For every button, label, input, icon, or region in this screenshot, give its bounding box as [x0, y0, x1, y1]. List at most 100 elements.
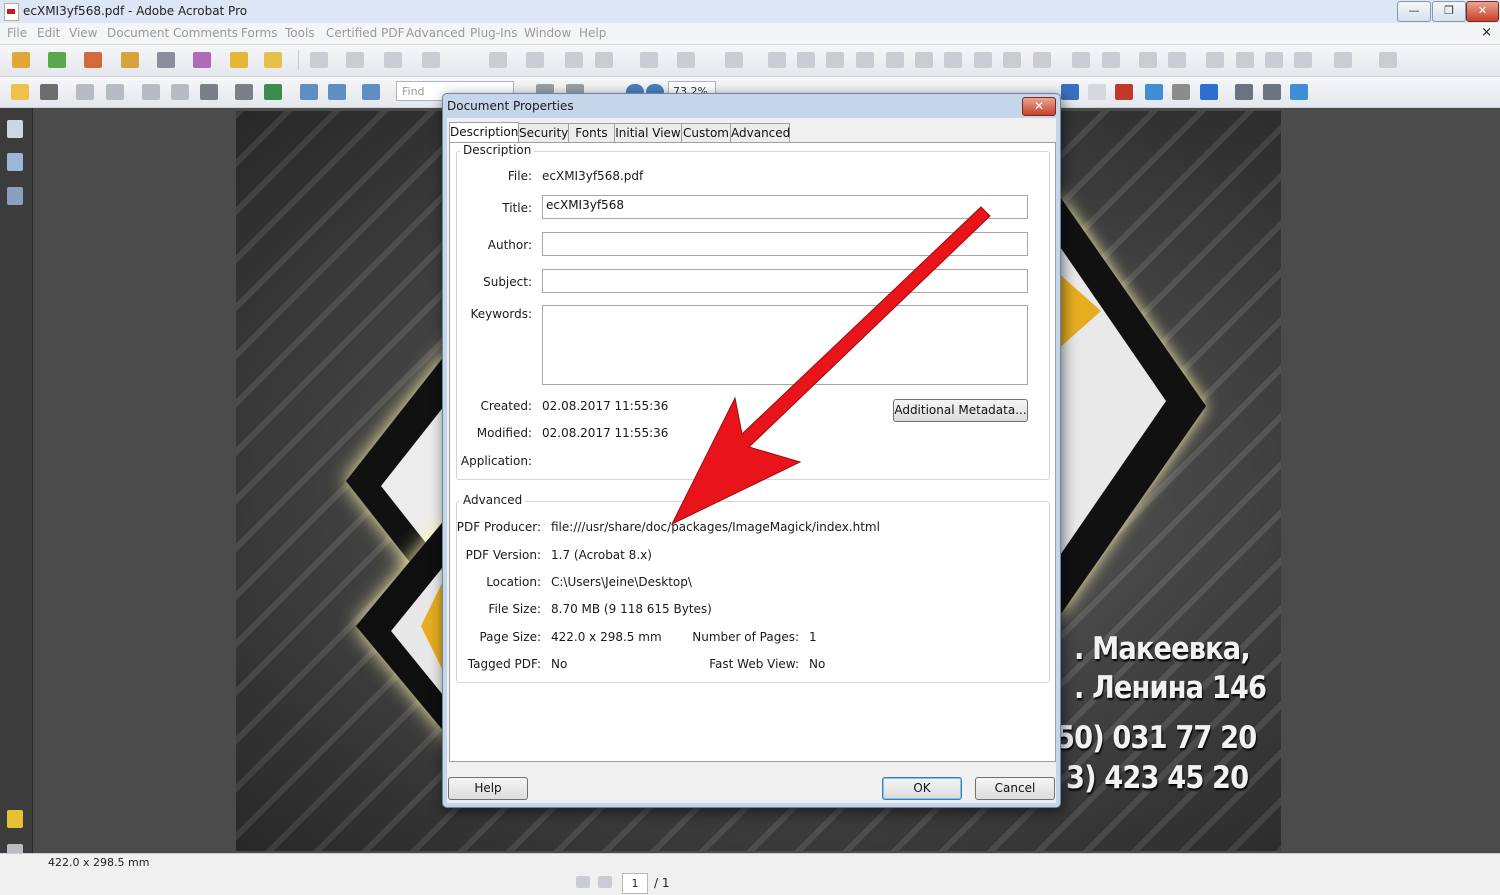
- save-copy-icon[interactable]: [171, 84, 189, 100]
- sign-pen-icon[interactable]: [157, 52, 175, 68]
- two-page-icon[interactable]: [362, 84, 380, 100]
- tab-description[interactable]: Description: [449, 122, 519, 143]
- comment-bubble-icon[interactable]: [1206, 52, 1224, 68]
- menu-file[interactable]: File: [7, 26, 27, 40]
- link-icon[interactable]: [1235, 84, 1253, 100]
- menu-edit[interactable]: Edit: [37, 26, 60, 40]
- globe-icon[interactable]: [264, 84, 282, 100]
- printer-icon[interactable]: [200, 84, 218, 100]
- mail-icon[interactable]: [1236, 52, 1254, 68]
- qr-icon[interactable]: [1200, 84, 1218, 100]
- layers-icon[interactable]: [1265, 52, 1283, 68]
- select-tool-icon[interactable]: [310, 52, 328, 68]
- output-preview-icon[interactable]: [974, 52, 992, 68]
- menu-plug-ins[interactable]: Plug-Ins: [470, 26, 518, 40]
- tab-advanced[interactable]: Advanced: [730, 123, 790, 143]
- menu-view[interactable]: View: [69, 26, 97, 40]
- page-icon[interactable]: [1263, 84, 1281, 100]
- menu-advanced[interactable]: Advanced: [406, 26, 465, 40]
- tab-fonts[interactable]: Fonts: [568, 123, 615, 143]
- cancel-button[interactable]: Cancel: [975, 777, 1055, 800]
- close-document-button[interactable]: ×: [1481, 25, 1492, 40]
- attach-icon[interactable]: [106, 84, 124, 100]
- multimedia-icon[interactable]: [230, 52, 248, 68]
- ok-button[interactable]: OK: [882, 777, 962, 800]
- minimize-button[interactable]: —: [1397, 1, 1431, 22]
- grid-icon[interactable]: [1102, 52, 1120, 68]
- keywords-textarea[interactable]: [542, 305, 1028, 385]
- bookmarks-icon[interactable]: [7, 153, 23, 171]
- open-folder-icon[interactable]: [11, 84, 29, 100]
- preflight-icon[interactable]: [826, 52, 844, 68]
- current-page-input[interactable]: 1: [622, 873, 648, 894]
- zoom-tool-icon[interactable]: [1072, 52, 1090, 68]
- next-page-icon[interactable]: [598, 876, 612, 888]
- menu-window[interactable]: Window: [524, 26, 571, 40]
- secure-lock-icon[interactable]: [121, 52, 139, 68]
- menu-help[interactable]: Help: [579, 26, 606, 40]
- signatures-icon[interactable]: [7, 187, 23, 205]
- menu-certified-pdf[interactable]: Certified PDF: [326, 26, 405, 40]
- camera-icon[interactable]: [1003, 52, 1021, 68]
- layout-icon[interactable]: [915, 52, 933, 68]
- magnet-icon[interactable]: [1115, 84, 1133, 100]
- paperclip-icon[interactable]: [1172, 84, 1190, 100]
- form-field-icon[interactable]: [595, 52, 613, 68]
- print-production-icon[interactable]: [944, 52, 962, 68]
- crop-box-icon[interactable]: [1145, 84, 1163, 100]
- print-icon[interactable]: [40, 84, 58, 100]
- previous-page-icon[interactable]: [576, 876, 590, 888]
- grid-lines-icon[interactable]: [1168, 52, 1186, 68]
- export-icon[interactable]: [84, 52, 102, 68]
- save-icon[interactable]: [142, 84, 160, 100]
- dialog-close-button[interactable]: ✕: [1022, 97, 1056, 116]
- measure-icon[interactable]: [526, 52, 544, 68]
- add-text-icon[interactable]: [1033, 52, 1051, 68]
- menu-forms[interactable]: Forms: [241, 26, 277, 40]
- tab-custom[interactable]: Custom: [681, 123, 731, 143]
- export-menu-icon[interactable]: [1334, 52, 1352, 68]
- ok-stamp-icon[interactable]: [1088, 84, 1106, 100]
- pointer-icon[interactable]: [1061, 84, 1079, 100]
- stamp-icon[interactable]: [489, 52, 507, 68]
- help-button[interactable]: Help: [448, 777, 528, 800]
- search-doc-icon[interactable]: [768, 52, 786, 68]
- filter-icon[interactable]: [886, 52, 904, 68]
- tab-security[interactable]: Security: [518, 123, 569, 143]
- review-comment-icon[interactable]: [264, 52, 282, 68]
- file-label: File:: [507, 169, 532, 183]
- edit-doc-icon[interactable]: [1290, 84, 1308, 100]
- close-window-button[interactable]: ✕: [1466, 1, 1499, 22]
- article-icon[interactable]: [677, 52, 695, 68]
- combine-files-icon[interactable]: [48, 52, 66, 68]
- display-icon[interactable]: [235, 84, 253, 100]
- forms-icon[interactable]: [193, 52, 211, 68]
- restore-button[interactable]: ❐: [1432, 1, 1466, 22]
- menu-comments[interactable]: Comments: [173, 26, 238, 40]
- menu-tools[interactable]: Tools: [285, 26, 315, 40]
- hash-icon[interactable]: [1139, 52, 1157, 68]
- edit-object-icon[interactable]: [640, 52, 658, 68]
- panel-menu-icon[interactable]: [1379, 52, 1397, 68]
- pan-icon[interactable]: [384, 52, 402, 68]
- title-input[interactable]: ecXMI3yf568: [542, 195, 1028, 219]
- create-pdf-icon[interactable]: [12, 52, 30, 68]
- code-icon[interactable]: [725, 52, 743, 68]
- pages-panel-icon[interactable]: [7, 120, 23, 138]
- settings-icon[interactable]: [856, 52, 874, 68]
- crop-icon[interactable]: [565, 52, 583, 68]
- fit-width-icon[interactable]: [328, 84, 346, 100]
- subject-input[interactable]: [542, 269, 1028, 293]
- comments-icon[interactable]: [7, 810, 23, 828]
- additional-metadata-button[interactable]: Additional Metadata...: [893, 399, 1028, 422]
- text-tool-icon[interactable]: [422, 52, 440, 68]
- fit-page-icon[interactable]: [300, 84, 318, 100]
- tab-initial-view[interactable]: Initial View: [614, 123, 682, 143]
- author-input[interactable]: [542, 232, 1028, 256]
- check-icon[interactable]: [797, 52, 815, 68]
- dialog-body: Description Security Fonts Initial View …: [447, 118, 1056, 803]
- marquee-icon[interactable]: [346, 52, 364, 68]
- email-icon[interactable]: [76, 84, 94, 100]
- stack-icon[interactable]: [1294, 52, 1312, 68]
- menu-document[interactable]: Document: [107, 26, 169, 40]
